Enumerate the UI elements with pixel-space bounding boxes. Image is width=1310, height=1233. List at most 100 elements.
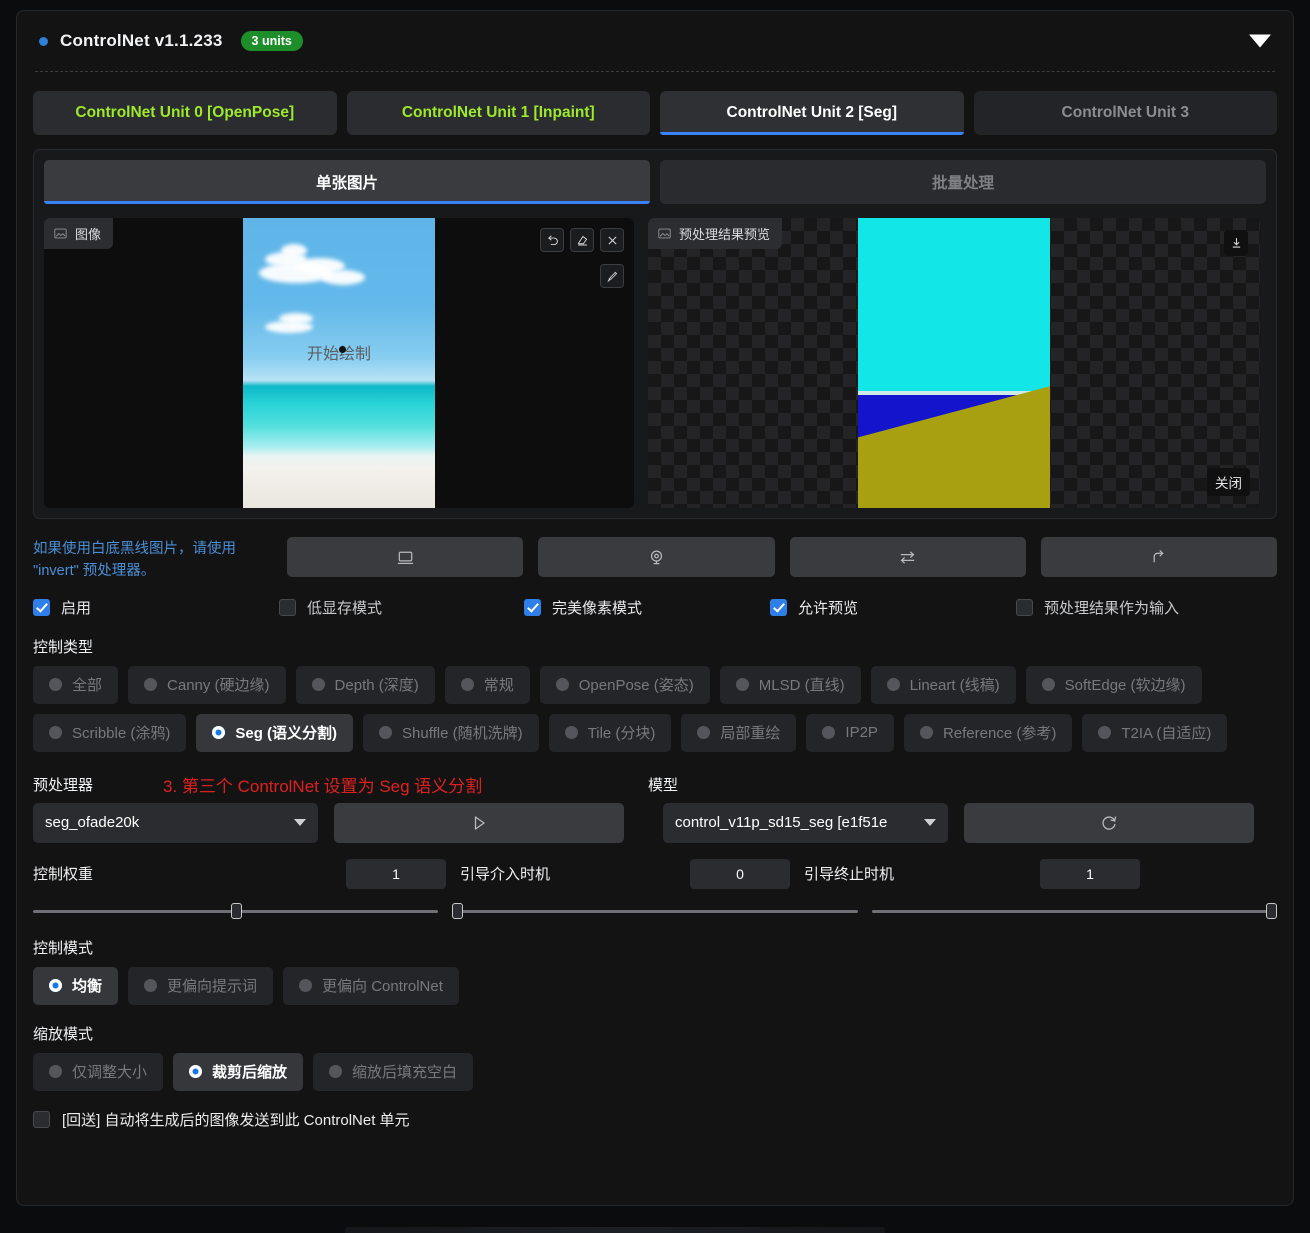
webcam-icon[interactable] [538, 537, 774, 577]
control-mode-prompt[interactable]: 更偏向提示词 [128, 967, 273, 1005]
guidance-end-value[interactable]: 1 [1040, 859, 1140, 889]
control-type-depth[interactable]: Depth (深度) [296, 666, 435, 704]
preprocessor-col: seg_ofade20k [33, 803, 647, 843]
guidance-end-label: 引导终止时机 [804, 863, 894, 884]
weight-slider[interactable] [33, 903, 438, 919]
pen-icon[interactable] [600, 264, 624, 288]
controlnet-panel: ControlNet v1.1.233 3 units ControlNet U… [16, 10, 1294, 1206]
chevron-down-icon[interactable] [1249, 35, 1271, 48]
control-type-lineart[interactable]: Lineart (线稿) [871, 666, 1016, 704]
control-type-openpose[interactable]: OpenPose (姿态) [540, 666, 710, 704]
control-mode-prompt-label: 更偏向提示词 [167, 975, 257, 996]
control-type-inpaint[interactable]: 局部重绘 [681, 714, 796, 752]
checkbox-loopback-box[interactable] [33, 1111, 50, 1128]
eraser-icon[interactable] [570, 228, 594, 252]
control-type-normal[interactable]: 常规 [445, 666, 530, 704]
control-type-ip2p[interactable]: IP2P [806, 714, 894, 752]
checkbox-allow-preview-box[interactable] [770, 599, 787, 616]
close-icon[interactable] [600, 228, 624, 252]
control-mode-controlnet[interactable]: 更偏向 ControlNet [283, 967, 459, 1005]
radio-icon [49, 726, 62, 739]
checkbox-preprocessor-as-input-box[interactable] [1016, 599, 1033, 616]
checkbox-enable[interactable]: 启用 [33, 597, 279, 618]
weight-value[interactable]: 1 [346, 859, 446, 889]
control-type-seg[interactable]: Seg (语义分割) [196, 714, 353, 752]
status-dot-icon [39, 37, 48, 46]
refresh-models-button[interactable] [964, 803, 1254, 843]
tab-unit-0[interactable]: ControlNet Unit 0 [OpenPose] [33, 91, 337, 135]
guidance-start-value[interactable]: 0 [690, 859, 790, 889]
radio-icon [736, 678, 749, 691]
guidance-start-slider-knob[interactable] [452, 903, 463, 919]
slider-labels-row: 控制权重 1 引导介入时机 0 引导终止时机 1 [33, 859, 1277, 889]
control-type-t2ia[interactable]: T2IA (自适应) [1082, 714, 1227, 752]
model-select[interactable]: control_v11p_sd15_seg [e1f51e [663, 803, 948, 843]
play-icon [469, 813, 489, 833]
checkbox-pixel-perfect-box[interactable] [524, 599, 541, 616]
invert-hint-text: 如果使用白底黑线图片，请使用 "invert" 预处理器。 [33, 537, 273, 583]
radio-icon [144, 678, 157, 691]
source-image-pane[interactable]: 图像 开始绘制 [44, 218, 634, 508]
control-type-normal-label: 常规 [484, 674, 514, 695]
header-divider [35, 71, 1275, 72]
control-type-reference[interactable]: Reference (参考) [904, 714, 1072, 752]
control-type-softedge[interactable]: SoftEdge (软边缘) [1026, 666, 1202, 704]
resize-mode-group: 仅调整大小 裁剪后缩放 缩放后填充空白 [33, 1053, 1277, 1091]
chevron-down-icon [294, 819, 306, 826]
radio-icon [49, 979, 62, 992]
preprocess-preview-pane[interactable]: 预处理结果预览 关闭 [648, 218, 1260, 508]
background-strip [345, 1227, 885, 1233]
undo-icon[interactable] [540, 228, 564, 252]
tab-unit-2[interactable]: ControlNet Unit 2 [Seg] [660, 91, 964, 135]
model-value: control_v11p_sd15_seg [e1f51e [675, 814, 916, 831]
tab-unit-1[interactable]: ControlNet Unit 1 [Inpaint] [347, 91, 651, 135]
guidance-start-label: 引导介入时机 [460, 863, 550, 884]
control-type-scribble[interactable]: Scribble (涂鸦) [33, 714, 186, 752]
guidance-end-slider-knob[interactable] [1266, 903, 1277, 919]
resize-mode-just-resize[interactable]: 仅调整大小 [33, 1053, 163, 1091]
image-icon [54, 227, 67, 240]
checkbox-lowvram-box[interactable] [279, 599, 296, 616]
tab-unit-3[interactable]: ControlNet Unit 3 [974, 91, 1278, 135]
control-type-mlsd[interactable]: MLSD (直线) [720, 666, 861, 704]
control-type-shuffle[interactable]: Shuffle (随机洗牌) [363, 714, 539, 752]
checkbox-lowvram[interactable]: 低显存模式 [279, 597, 524, 618]
tab-batch-process[interactable]: 批量处理 [660, 160, 1266, 204]
checkbox-preprocessor-as-input[interactable]: 预处理结果作为输入 [1016, 597, 1179, 618]
weight-slider-knob[interactable] [231, 903, 242, 919]
radio-icon [329, 1065, 342, 1078]
resize-mode-crop-and-resize[interactable]: 裁剪后缩放 [173, 1053, 303, 1091]
units-badge: 3 units [241, 31, 303, 52]
swap-icon[interactable] [790, 537, 1026, 577]
chevron-down-icon [924, 819, 936, 826]
panel-header[interactable]: ControlNet v1.1.233 3 units [17, 11, 1293, 71]
checkbox-allow-preview[interactable]: 允许预览 [770, 597, 1016, 618]
model-col: control_v11p_sd15_seg [e1f51e [663, 803, 1277, 843]
download-icon[interactable] [1224, 230, 1248, 256]
checkbox-loopback[interactable]: [回送] 自动将生成后的图像发送到此 ControlNet 单元 [33, 1109, 1277, 1130]
run-preprocessor-button[interactable] [334, 803, 624, 843]
control-type-group: 全部 Canny (硬边缘) Depth (深度) 常规 OpenPose (姿… [33, 666, 1277, 752]
checkbox-enable-box[interactable] [33, 599, 50, 616]
guidance-end-slider[interactable] [872, 903, 1277, 919]
guidance-start-slider[interactable] [452, 903, 857, 919]
control-type-canny[interactable]: Canny (硬边缘) [128, 666, 286, 704]
control-type-all[interactable]: 全部 [33, 666, 118, 704]
control-mode-balanced[interactable]: 均衡 [33, 967, 118, 1005]
preprocessor-select[interactable]: seg_ofade20k [33, 803, 318, 843]
checkbox-pixel-perfect[interactable]: 完美像素模式 [524, 597, 770, 618]
upload-screenshot-icon[interactable] [287, 537, 523, 577]
radio-icon [299, 979, 312, 992]
radio-icon [920, 726, 933, 739]
preprocessor-model-row: seg_ofade20k control_v11p_sd15_seg [e1f5… [33, 803, 1277, 843]
send-up-icon[interactable] [1041, 537, 1277, 577]
source-image-label-text: 图像 [75, 224, 101, 243]
control-type-inpaint-label: 局部重绘 [720, 722, 780, 743]
tab-single-image[interactable]: 单张图片 [44, 160, 650, 204]
preview-close-button[interactable]: 关闭 [1207, 468, 1250, 496]
source-image-label: 图像 [44, 218, 113, 249]
image-action-buttons [287, 537, 1277, 577]
resize-mode-resize-and-fill[interactable]: 缩放后填充空白 [313, 1053, 473, 1091]
weight-label: 控制权重 [33, 863, 93, 884]
control-type-tile[interactable]: Tile (分块) [549, 714, 672, 752]
